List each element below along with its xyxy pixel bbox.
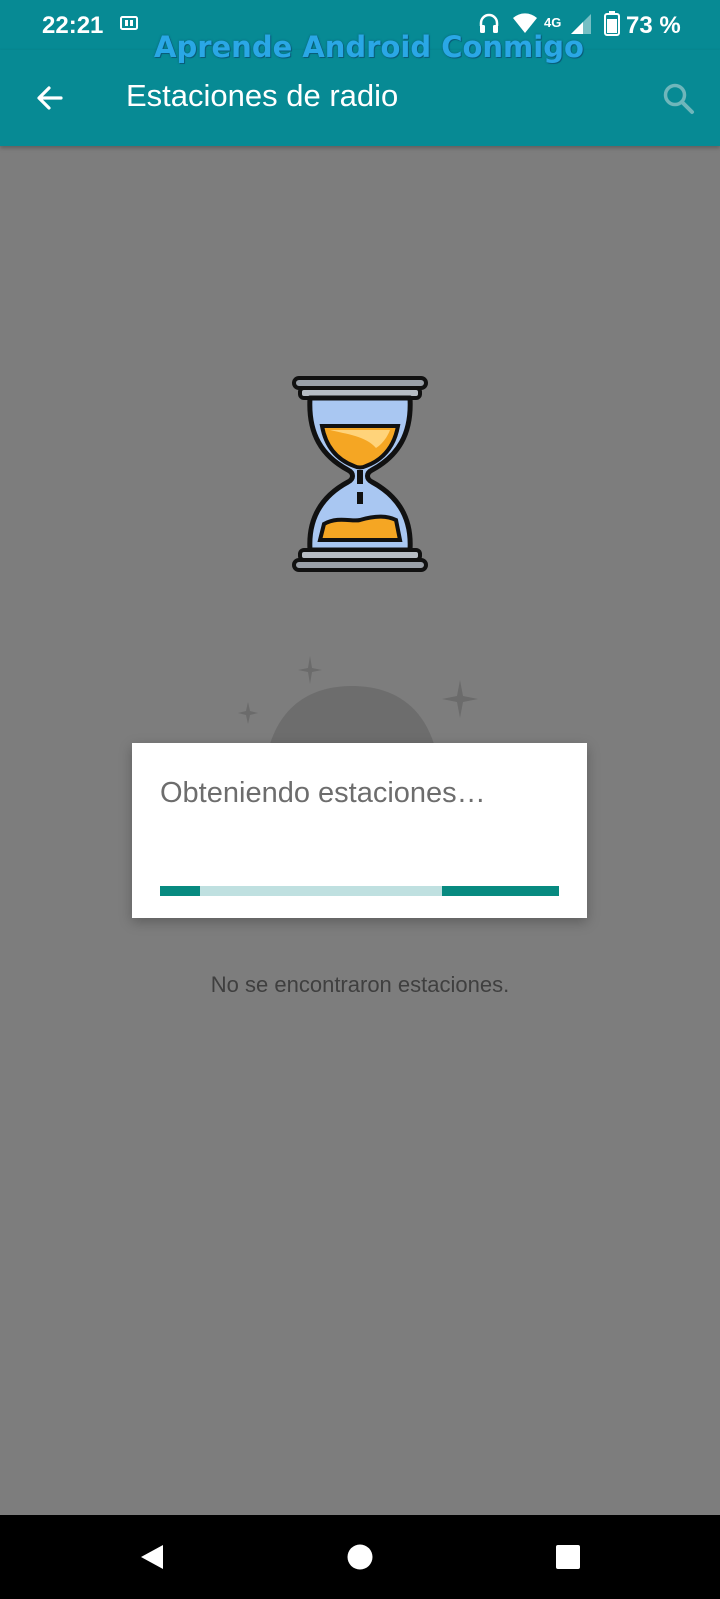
sim-icon xyxy=(120,16,138,30)
dialog-message: Obteniendo estaciones… xyxy=(160,777,486,809)
nav-back-button[interactable] xyxy=(132,1537,172,1577)
nav-home-icon xyxy=(347,1544,373,1570)
back-button[interactable] xyxy=(26,74,74,122)
progress-segment xyxy=(160,886,200,896)
battery-percent: 73 % xyxy=(626,12,681,39)
empty-state-text: No se encontraron estaciones. xyxy=(210,972,510,997)
search-icon xyxy=(663,83,694,114)
progress-segment xyxy=(442,886,559,896)
network-type-label: 4G xyxy=(544,15,562,30)
loading-dialog: Obteniendo estaciones… xyxy=(132,743,587,918)
nav-recents-button[interactable] xyxy=(548,1537,588,1577)
nav-recents-icon xyxy=(556,1545,580,1569)
battery-icon xyxy=(604,11,620,36)
watermark: Aprende Android Conmigo xyxy=(154,30,584,64)
indeterminate-progress-bar xyxy=(160,886,559,896)
app-bar: Estaciones de radio xyxy=(0,50,720,146)
nav-home-button[interactable] xyxy=(340,1537,380,1577)
hourglass-icon xyxy=(292,376,428,572)
sparkle-illustration-icon xyxy=(238,656,478,744)
search-button[interactable] xyxy=(654,74,702,122)
nav-back-icon xyxy=(141,1545,163,1569)
navigation-bar xyxy=(0,1515,720,1599)
page-title: Estaciones de radio xyxy=(126,78,399,113)
arrow-left-icon xyxy=(37,86,63,110)
status-time: 22:21 xyxy=(42,12,104,39)
